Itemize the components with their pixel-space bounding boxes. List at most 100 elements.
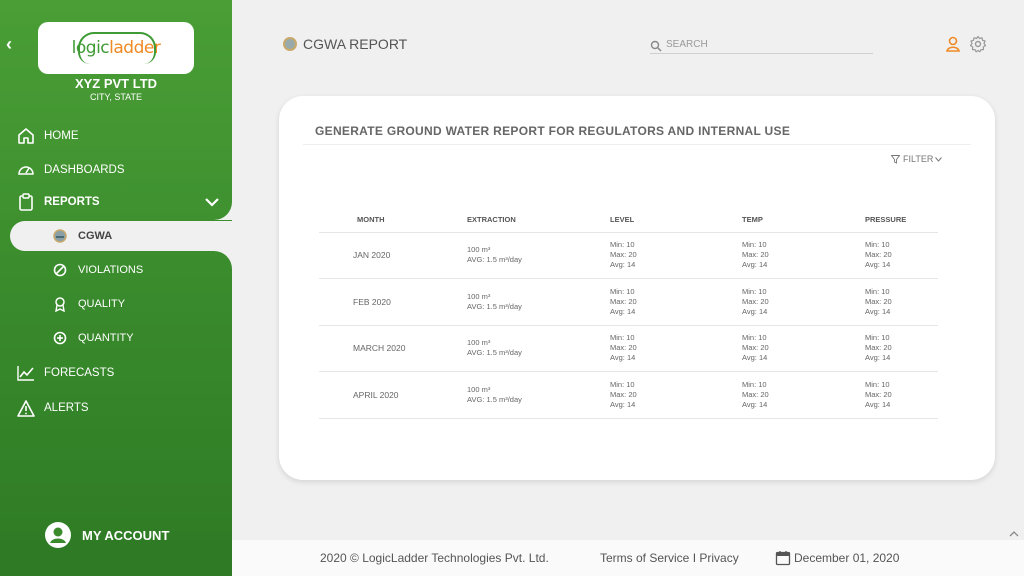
footer-date: December 01, 2020 bbox=[775, 550, 899, 566]
warning-icon bbox=[16, 398, 36, 418]
sidebar-subitem-label: CGWA bbox=[78, 230, 113, 242]
table-row: JAN 2020 100 m³ AVG: 1.5 m³/day Min: 10 Max:… bbox=[319, 232, 938, 279]
report-table: MONTH EXTRACTION LEVEL TEMP PRESSURE JAN… bbox=[319, 208, 938, 419]
table-body: JAN 2020 100 m³ AVG: 1.5 m³/day Min: 10 Max:… bbox=[319, 232, 938, 419]
sidebar-subitem-quality[interactable]: QUALITY bbox=[52, 296, 125, 312]
avatar-icon bbox=[44, 521, 72, 549]
page-title: CGWA REPORT bbox=[283, 36, 407, 52]
dashboard-gauge-icon bbox=[16, 160, 36, 180]
calendar-icon bbox=[775, 550, 791, 566]
pressure-stat: Max: 20 bbox=[865, 343, 892, 353]
search-icon[interactable] bbox=[650, 39, 662, 52]
pressure-cell: Min: 10 Max: 20 Avg: 14 bbox=[865, 371, 938, 419]
plus-circle-icon bbox=[52, 330, 68, 346]
sidebar-item-label: FORECASTS bbox=[44, 367, 115, 379]
scroll-to-top-chevron-icon[interactable] bbox=[1008, 526, 1020, 537]
temp-stat: Max: 20 bbox=[742, 343, 769, 353]
column-header-temp: TEMP bbox=[742, 208, 865, 233]
temp-stat: Max: 20 bbox=[742, 250, 769, 260]
extraction-cell: 100 m³ AVG: 1.5 m³/day bbox=[467, 325, 610, 372]
column-header-month: MONTH bbox=[319, 208, 467, 233]
filter-button[interactable]: FILTER bbox=[890, 154, 943, 164]
table-row: MARCH 2020 100 m³ AVG: 1.5 m³/day Min: 10 Ma… bbox=[319, 325, 938, 372]
extraction-total: 100 m³ bbox=[467, 338, 491, 348]
level-cell: Min: 10 Max: 20 Avg: 14 bbox=[610, 325, 742, 372]
temp-stat: Max: 20 bbox=[742, 389, 769, 399]
search-bar bbox=[650, 36, 873, 54]
home-icon bbox=[16, 126, 36, 146]
table-row: FEB 2020 100 m³ AVG: 1.5 m³/day Min: 10 Max:… bbox=[319, 278, 938, 326]
extraction-total: 100 m³ bbox=[467, 384, 491, 394]
sidebar-item-label: HOME bbox=[44, 130, 79, 142]
level-stat: Min: 10 bbox=[610, 286, 635, 296]
sidebar-subitem-violations[interactable]: VIOLATIONS bbox=[52, 262, 143, 278]
logo: logicladder bbox=[38, 22, 194, 74]
pressure-stat: Avg: 14 bbox=[865, 306, 891, 316]
temp-stat: Min: 10 bbox=[742, 286, 767, 296]
chevron-down-icon[interactable] bbox=[204, 195, 220, 209]
pressure-stat: Avg: 14 bbox=[865, 399, 891, 409]
sidebar-subitem-quantity[interactable]: QUANTITY bbox=[52, 330, 134, 346]
sidebar-item-label: REPORTS bbox=[44, 196, 100, 208]
divider bbox=[303, 144, 971, 145]
sidebar-item-label: ALERTS bbox=[44, 402, 89, 414]
terms-privacy-link[interactable]: Terms of Service I Privacy bbox=[600, 551, 739, 565]
extraction-average: AVG: 1.5 m³/day bbox=[467, 255, 522, 265]
sidebar-item-label: DASHBOARDS bbox=[44, 164, 125, 176]
temp-stat: Min: 10 bbox=[742, 379, 767, 389]
clipboard-icon bbox=[16, 192, 36, 212]
back-chevron-icon[interactable]: ‹ bbox=[6, 34, 20, 54]
temp-stat: Avg: 14 bbox=[742, 399, 768, 409]
pressure-cell: Min: 10 Max: 20 Avg: 14 bbox=[865, 232, 938, 279]
extraction-average: AVG: 1.5 m³/day bbox=[467, 394, 522, 404]
extraction-average: AVG: 1.5 m³/day bbox=[467, 301, 522, 311]
level-stat: Avg: 14 bbox=[610, 399, 636, 409]
level-stat: Max: 20 bbox=[610, 343, 637, 353]
temp-stat: Avg: 14 bbox=[742, 306, 768, 316]
gear-icon[interactable] bbox=[969, 35, 987, 53]
sidebar-item-forecasts[interactable]: FORECASTS bbox=[16, 363, 114, 383]
org-location: CITY, STATE bbox=[89, 92, 142, 102]
level-stat: Avg: 14 bbox=[610, 353, 636, 363]
column-header-extraction: EXTRACTION bbox=[467, 208, 610, 233]
sidebar-item-reports[interactable]: REPORTS bbox=[16, 192, 100, 212]
pressure-stat: Max: 20 bbox=[865, 250, 892, 260]
sidebar-subitem-label: VIOLATIONS bbox=[78, 264, 144, 276]
level-stat: Min: 10 bbox=[610, 333, 635, 343]
pressure-stat: Min: 10 bbox=[865, 240, 890, 250]
temp-cell: Min: 10 Max: 20 Avg: 14 bbox=[742, 232, 865, 279]
search-input[interactable] bbox=[666, 39, 866, 50]
ban-icon bbox=[52, 262, 68, 278]
extraction-cell: 100 m³ AVG: 1.5 m³/day bbox=[467, 278, 610, 326]
sidebar-subitem-cgwa[interactable]: CGWA bbox=[52, 228, 112, 244]
sidebar-item-alerts[interactable]: ALERTS bbox=[16, 398, 89, 418]
column-header-pressure: PRESSURE bbox=[865, 208, 938, 233]
table-header-row: MONTH EXTRACTION LEVEL TEMP PRESSURE bbox=[319, 208, 938, 233]
extraction-cell: 100 m³ AVG: 1.5 m³/day bbox=[467, 232, 610, 279]
month-cell: MARCH 2020 bbox=[319, 325, 467, 372]
my-account-label: MY ACCOUNT bbox=[82, 527, 170, 543]
logo-cloud-outline bbox=[78, 32, 156, 64]
temp-stat: Avg: 14 bbox=[742, 353, 768, 363]
temp-stat: Min: 10 bbox=[742, 333, 767, 343]
trend-line-icon bbox=[16, 363, 36, 383]
pressure-stat: Min: 10 bbox=[865, 333, 890, 343]
level-cell: Min: 10 Max: 20 Avg: 14 bbox=[610, 232, 742, 279]
temp-cell: Min: 10 Max: 20 Avg: 14 bbox=[742, 325, 865, 372]
level-stat: Max: 20 bbox=[610, 389, 637, 399]
sidebar-item-dashboards[interactable]: DASHBOARDS bbox=[16, 160, 125, 180]
sidebar-active-highlight bbox=[10, 221, 250, 251]
award-icon bbox=[52, 296, 68, 312]
extraction-total: 100 m³ bbox=[467, 245, 491, 255]
temp-stat: Max: 20 bbox=[742, 296, 769, 306]
month-cell: JAN 2020 bbox=[319, 232, 467, 279]
pressure-stat: Min: 10 bbox=[865, 379, 890, 389]
sidebar-subitem-label: QUANTITY bbox=[78, 332, 134, 344]
chevron-down-icon bbox=[935, 154, 943, 164]
temp-cell: Min: 10 Max: 20 Avg: 14 bbox=[742, 278, 865, 326]
month-cell: FEB 2020 bbox=[319, 278, 467, 326]
user-profile-icon[interactable] bbox=[944, 35, 962, 53]
sidebar-item-home[interactable]: HOME bbox=[16, 126, 79, 146]
my-account-button[interactable]: MY ACCOUNT bbox=[44, 521, 169, 549]
pressure-stat: Avg: 14 bbox=[865, 353, 891, 363]
